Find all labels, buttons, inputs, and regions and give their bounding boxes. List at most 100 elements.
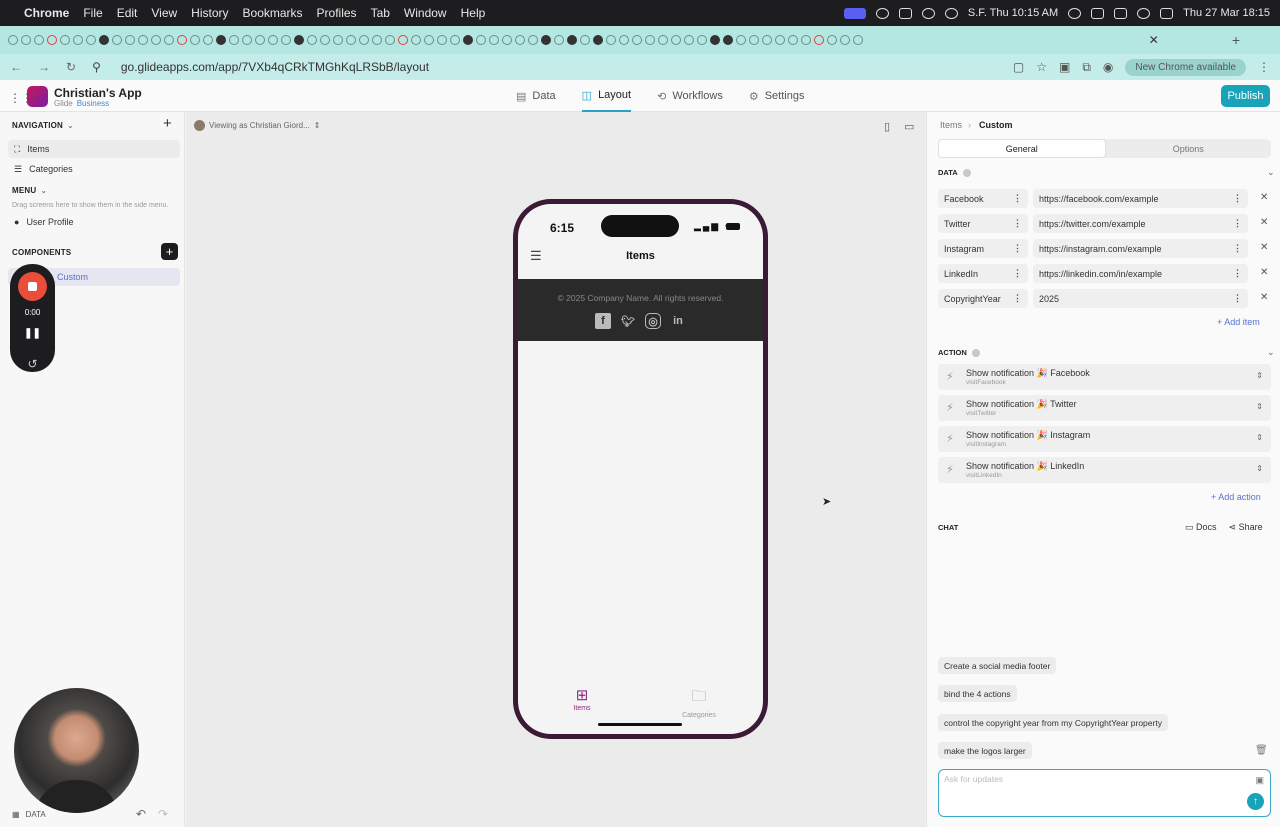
stop-recording-button[interactable] (18, 272, 47, 301)
restart-icon[interactable]: ↺ (10, 357, 55, 371)
remove-icon[interactable]: ✕ (1260, 192, 1268, 203)
remove-icon[interactable]: ✕ (1260, 267, 1268, 278)
menubar-datetime[interactable]: Thu 27 Mar 18:15 (1183, 7, 1270, 19)
tab-favicon[interactable] (710, 35, 720, 45)
more-icon[interactable]: ⋮ (1013, 218, 1022, 229)
more-icon[interactable]: ⋮ (1233, 293, 1242, 304)
bottom-nav-categories[interactable]: 🗀︎ Categories (669, 686, 729, 719)
data-value-field[interactable]: https://facebook.com/example ⋮ (1033, 189, 1248, 208)
close-tab-icon[interactable]: ✕ (1149, 33, 1159, 47)
dropbox-icon[interactable] (898, 7, 912, 19)
tab-favicon[interactable] (411, 35, 421, 45)
tab-favicon[interactable] (736, 35, 746, 45)
menu-section[interactable]: MENU ⌄ (12, 186, 47, 195)
site-settings-icon[interactable]: ⚲ (92, 60, 101, 74)
tab-favicon[interactable] (60, 35, 70, 45)
add-component-button[interactable]: + (161, 243, 178, 260)
tab-favicon[interactable] (463, 35, 473, 45)
tab-favicon[interactable] (112, 35, 122, 45)
tab-favicon[interactable] (762, 35, 772, 45)
viewing-as-selector[interactable]: Viewing as Christian Giord... ⇕ (194, 120, 321, 131)
info-icon[interactable] (962, 168, 971, 177)
tab-favicon[interactable] (281, 35, 291, 45)
tab-favicon[interactable] (255, 35, 265, 45)
phone-preview-icon[interactable]: ▯ (884, 120, 890, 133)
data-key-field[interactable]: LinkedIn ⋮ (938, 264, 1028, 283)
add-action-button[interactable]: + Add action (1211, 492, 1261, 502)
tab-favicon[interactable] (359, 35, 369, 45)
data-value-field[interactable]: https://linkedin.com/in/example ⋮ (1033, 264, 1248, 283)
tab-favicon[interactable] (21, 35, 31, 45)
info-icon[interactable] (971, 348, 980, 357)
chat-input[interactable] (944, 774, 1244, 784)
tab-workflows[interactable]: ⟲ Workflows (657, 80, 723, 112)
tab-favicon[interactable] (398, 35, 408, 45)
forward-icon[interactable]: → (38, 60, 50, 74)
pause-icon[interactable]: ❚❚ (10, 328, 55, 339)
settings-icon[interactable] (875, 7, 889, 19)
app-logo-icon[interactable] (27, 86, 48, 107)
more-icon[interactable]: ⋮ (1233, 218, 1242, 229)
social-media-footer[interactable]: © 2025 Company Name. All rights reserved… (518, 279, 763, 341)
tab-favicon[interactable] (554, 35, 564, 45)
data-value-field[interactable]: 2025 ⋮ (1033, 289, 1248, 308)
tab-favicon[interactable] (164, 35, 174, 45)
segment-options[interactable]: Options (1106, 139, 1272, 158)
add-item-button[interactable]: + Add item (1217, 317, 1260, 327)
data-key-field[interactable]: Facebook ⋮ (938, 189, 1028, 208)
trash-icon[interactable]: 🗑︎ (1255, 745, 1268, 756)
tab-favicon[interactable] (268, 35, 278, 45)
tab-favicon[interactable] (424, 35, 434, 45)
bluetooth-icon[interactable] (1091, 7, 1105, 19)
tab-favicon[interactable] (34, 35, 44, 45)
tab-favicon[interactable] (229, 35, 239, 45)
tab-favicon[interactable] (645, 35, 655, 45)
sidebar-item-items[interactable]: ⛶ Items (8, 140, 180, 158)
new-tab-icon[interactable]: + (1232, 32, 1240, 48)
menu-tab[interactable]: Tab (371, 6, 390, 20)
tab-favicon[interactable] (684, 35, 694, 45)
data-key-field[interactable]: Twitter ⋮ (938, 214, 1028, 233)
data-key-field[interactable]: Instagram ⋮ (938, 239, 1028, 258)
more-icon[interactable]: ⋮ (1013, 243, 1022, 254)
tab-favicon[interactable] (502, 35, 512, 45)
tab-favicon[interactable] (697, 35, 707, 45)
segment-general[interactable]: General (938, 139, 1106, 158)
more-icon[interactable]: ⋮ (1013, 193, 1022, 204)
control-center-icon[interactable] (1160, 7, 1174, 19)
tab-data[interactable]: ▤ Data (516, 80, 556, 112)
action-row[interactable]: ⚡︎ Show notification 🎉 Twitter visitTwitte… (938, 395, 1271, 421)
tab-favicon[interactable] (177, 35, 187, 45)
puzzle-icon[interactable]: ⧉ (1082, 60, 1091, 75)
action-row[interactable]: ⚡︎ Show notification 🎉 Instagram visitInst… (938, 426, 1271, 452)
url-field[interactable]: go.glideapps.com/app/7VXb4qCRkTMGhKqLRSb… (121, 60, 429, 74)
back-icon[interactable]: ← (10, 60, 22, 74)
tab-favicon[interactable] (840, 35, 850, 45)
tab-favicon[interactable] (528, 35, 538, 45)
docs-link[interactable]: ▭ Docs (1185, 522, 1217, 533)
tab-favicon[interactable] (216, 35, 226, 45)
tab-favicon[interactable] (801, 35, 811, 45)
data-value-field[interactable]: https://instagram.com/example ⋮ (1033, 239, 1248, 258)
add-screen-icon[interactable]: + (163, 115, 172, 132)
tab-layout[interactable]: ◫ Layout (581, 80, 632, 112)
chevron-down-icon[interactable]: ⌄ (1267, 167, 1275, 178)
tab-favicon[interactable] (307, 35, 317, 45)
menu-window[interactable]: Window (404, 6, 447, 20)
tab-favicon[interactable] (203, 35, 213, 45)
tab-favicon[interactable] (619, 35, 629, 45)
publish-button[interactable]: Publish (1221, 85, 1270, 107)
headphones-icon[interactable] (1068, 7, 1082, 19)
info-icon[interactable] (921, 7, 935, 19)
sidebar-item-categories[interactable]: ☰ Categories (8, 160, 180, 178)
tab-favicon[interactable] (138, 35, 148, 45)
tab-favicon[interactable] (125, 35, 135, 45)
data-value-field[interactable]: https://twitter.com/example ⋮ (1033, 214, 1248, 233)
tab-favicon[interactable] (593, 35, 603, 45)
tab-favicon[interactable] (827, 35, 837, 45)
tab-favicon[interactable] (749, 35, 759, 45)
more-menu-icon[interactable]: ⋮ (1258, 60, 1270, 74)
chevron-down-icon[interactable]: ⌄ (1267, 347, 1275, 358)
tab-favicon[interactable] (541, 35, 551, 45)
tab-favicon[interactable] (788, 35, 798, 45)
